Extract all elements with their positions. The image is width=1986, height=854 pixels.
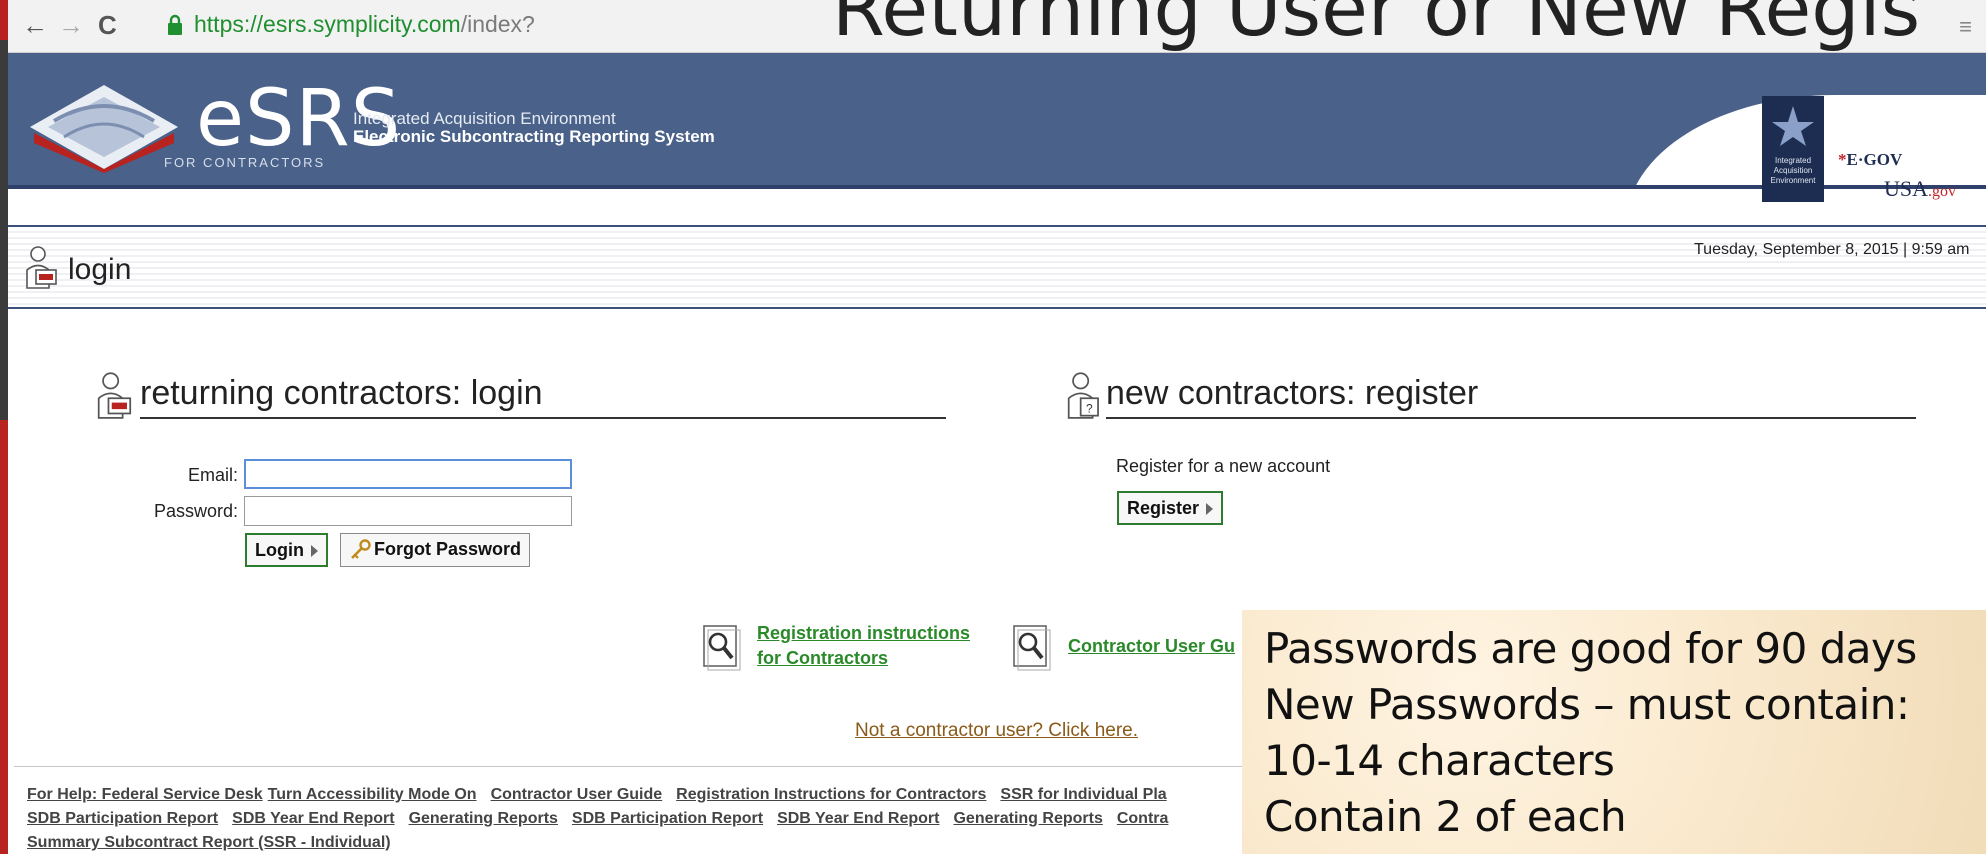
- person-register-icon: ?: [1067, 372, 1099, 419]
- slide-dark-strip: [0, 40, 8, 420]
- note-line: 10-14 characters: [1264, 736, 1615, 785]
- usagov-logo: USA.gov: [1884, 176, 1956, 202]
- password-label: Password:: [153, 501, 238, 521]
- registration-instructions-link[interactable]: Registration instructions for Contractors: [757, 621, 970, 671]
- address-bar[interactable]: https://esrs.symplicity.com/index?: [194, 11, 535, 38]
- iae-flag-icon: [1762, 96, 1824, 202]
- site-banner: eSRS FOR CONTRACTORS Integrated Acquisit…: [8, 53, 1986, 189]
- forward-icon[interactable]: →: [58, 9, 84, 41]
- login-button[interactable]: Login: [245, 533, 328, 567]
- page-title-band: [8, 225, 1986, 309]
- footer-row-1: For Help: Federal Service Desk Turn Acces…: [27, 786, 1181, 804]
- email-label: Email:: [187, 465, 238, 485]
- login-button-label: Login: [255, 540, 304, 560]
- footer-link[interactable]: Contractor User Guide: [491, 786, 663, 803]
- footer-link[interactable]: Generating Reports: [953, 810, 1102, 827]
- not-contractor-link[interactable]: Not a contractor user? Click here.: [855, 720, 1138, 742]
- svg-text:?: ?: [1086, 401, 1093, 415]
- register-heading: new contractors: register: [1106, 374, 1479, 412]
- footer-link[interactable]: Registration Instructions for Contractor…: [676, 786, 986, 803]
- register-button-label: Register: [1127, 498, 1200, 518]
- arrow-right-icon: [310, 545, 318, 558]
- login-heading-rule: [140, 417, 946, 419]
- register-heading-rule: [1106, 417, 1916, 419]
- footer-link[interactable]: SDB Year End Report: [777, 810, 939, 827]
- magnifier-document-icon: [703, 625, 741, 671]
- logo-subtitle: FOR CONTRACTORS: [164, 155, 326, 170]
- note-line: Passwords are good for 90 days: [1264, 624, 1917, 673]
- forgot-password-button[interactable]: Forgot Password: [340, 533, 531, 567]
- footer-link[interactable]: SDB Year End Report: [232, 810, 394, 827]
- note-line: Contain 2 of each: [1264, 792, 1627, 841]
- login-heading: returning contractors: login: [140, 374, 543, 412]
- footer-link[interactable]: SDB Participation Report: [27, 810, 218, 827]
- iae-badge-text: Integrated Acquisition Environment: [1770, 156, 1816, 185]
- person-badge-icon: [97, 372, 132, 419]
- register-text: Register for a new account: [1116, 456, 1331, 476]
- lock-icon: [168, 14, 182, 35]
- url-path: /index?: [460, 11, 535, 37]
- email-field[interactable]: [244, 459, 572, 489]
- slide-title: Returning User or New Regis: [832, 0, 1921, 53]
- date-time: Tuesday, September 8, 2015 | 9:59 am: [1694, 241, 1970, 258]
- reload-icon[interactable]: C: [98, 9, 117, 41]
- program-line: Integrated Acquisition Environment: [353, 109, 616, 128]
- magnifier-document-icon: [1013, 625, 1051, 671]
- egov-logo: *E·GOV: [1838, 150, 1902, 170]
- slide: ← → C https://esrs.symplicity.com/index?…: [0, 0, 1986, 854]
- note-line: New Passwords – must contain:: [1264, 680, 1910, 729]
- url-domain: https://esrs.symplicity.com: [194, 11, 461, 37]
- egov-star-icon: *: [1838, 150, 1847, 169]
- egov-text: E·GOV: [1846, 150, 1903, 169]
- menu-icon[interactable]: ≡: [1959, 14, 1972, 40]
- usagov-usa: USA: [1884, 176, 1929, 201]
- arrow-right-icon: [1206, 503, 1214, 516]
- system-name: Electronic Subcontracting Reporting Syst…: [353, 127, 715, 146]
- registration-link-line1: Registration instructions: [757, 623, 971, 643]
- footer-link[interactable]: Turn Accessibility Mode On: [268, 786, 477, 803]
- password-note: Passwords are good for 90 days New Passw…: [1242, 610, 1986, 854]
- contractor-user-guide-link[interactable]: Contractor User Gu: [1068, 634, 1235, 659]
- footer-link[interactable]: SSR for Individual Pla: [1000, 786, 1166, 803]
- footer-row-2: SDB Participation Report SDB Year End Rep…: [27, 810, 1182, 828]
- password-field[interactable]: [244, 496, 572, 526]
- person-badge-icon: [26, 246, 57, 289]
- footer-link[interactable]: Summary Subcontract Report (SSR - Indivi…: [27, 834, 391, 851]
- register-button[interactable]: Register: [1117, 491, 1224, 525]
- page-title: login: [68, 253, 132, 286]
- esrs-logo-icon: [30, 85, 178, 173]
- footer-link[interactable]: For Help: Federal Service Desk: [27, 786, 263, 803]
- footer-link[interactable]: Generating Reports: [409, 810, 558, 827]
- footer-link[interactable]: SDB Participation Report: [572, 810, 763, 827]
- key-icon: [351, 539, 371, 560]
- registration-link-line2: for Contractors: [757, 648, 889, 668]
- back-icon[interactable]: ←: [22, 9, 48, 41]
- forgot-password-label: Forgot Password: [374, 539, 522, 559]
- footer-row-3: Summary Subcontract Report (SSR - Indivi…: [27, 834, 405, 852]
- footer-link[interactable]: Contra: [1117, 810, 1169, 827]
- usagov-gov: .gov: [1928, 183, 1957, 200]
